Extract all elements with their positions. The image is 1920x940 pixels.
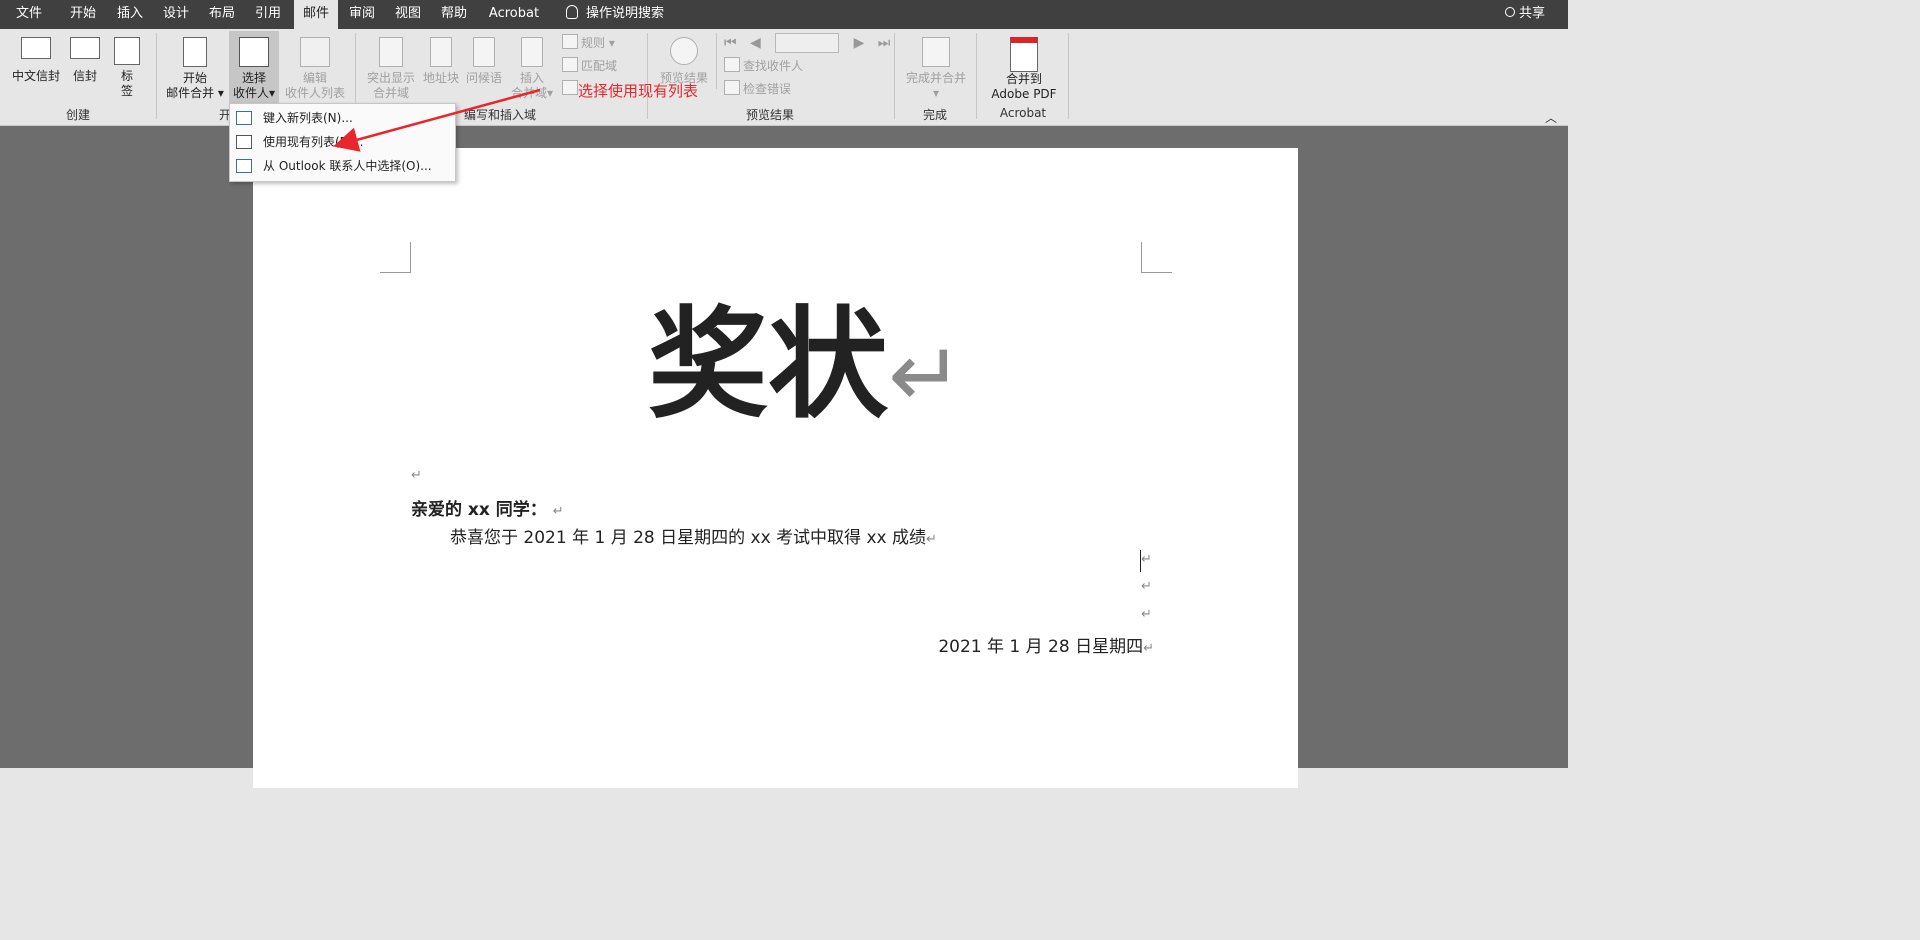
annotation-arrow: [333, 88, 541, 152]
annotation-label: 选择使用现有列表: [578, 82, 699, 100]
